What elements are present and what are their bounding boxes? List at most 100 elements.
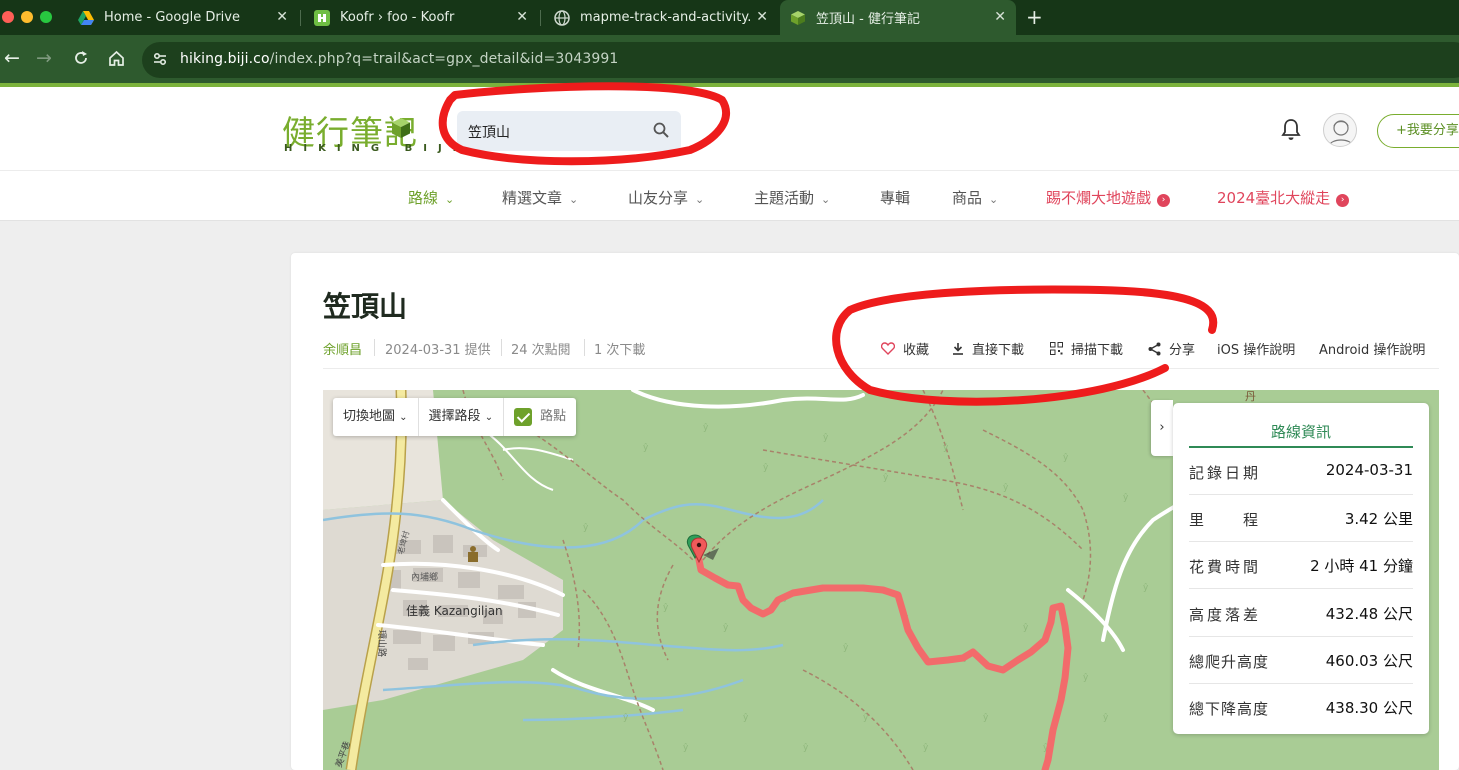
svg-text:ŷ: ŷ	[1143, 583, 1149, 593]
tab-mapme[interactable]: mapme-track-and-activity.pn ✕	[542, 0, 778, 35]
tab-google-drive[interactable]: Home - Google Drive ✕	[66, 0, 298, 35]
nav-item-community[interactable]: 山友分享 ⌄	[628, 187, 704, 208]
nav-label: 專輯	[880, 189, 911, 207]
svg-text:ŷ: ŷ	[583, 523, 589, 533]
select-segment-label: 選擇路段	[428, 409, 481, 424]
map-label-village: 佳義 Kazangiljan	[406, 603, 503, 618]
route-info-row: 記錄日期 2024-03-31	[1189, 448, 1413, 495]
reload-icon[interactable]	[73, 47, 89, 71]
switch-map-dropdown[interactable]: 切換地圖 ⌄	[333, 398, 419, 436]
close-tab-icon[interactable]: ✕	[994, 9, 1006, 25]
google-drive-icon	[78, 10, 94, 25]
arrow-right-icon: ›	[1336, 194, 1350, 207]
route-info-label: 花費時間	[1189, 558, 1262, 576]
avatar[interactable]	[1323, 113, 1357, 147]
tab-hiking-biji[interactable]: 笠頂山 - 健行筆記 ✕	[780, 0, 1016, 35]
window-zoom-dot[interactable]	[40, 11, 52, 23]
direct-download-button[interactable]: 直接下載	[952, 339, 1024, 358]
share-label: 分享	[1169, 343, 1196, 358]
route-info-row: 總下降高度 438.30 公尺	[1189, 684, 1413, 731]
close-tab-icon[interactable]: ✕	[276, 9, 288, 25]
home-icon[interactable]	[108, 47, 125, 72]
svg-text:ŷ: ŷ	[623, 713, 629, 723]
collapse-panel-button[interactable]: ›	[1151, 400, 1173, 456]
url-text[interactable]: hiking.biji.co/index.php?q=trail&act=gpx…	[180, 51, 618, 67]
chevron-down-icon: ⌄	[569, 193, 579, 206]
site-search-input[interactable]: 笠頂山	[457, 111, 681, 151]
trail-author-link[interactable]: 余順昌	[323, 339, 362, 358]
waypoints-toggle[interactable]: 路點	[504, 398, 576, 436]
tab-title: mapme-track-and-activity.pn	[580, 10, 750, 25]
nav-item-albums[interactable]: 專輯	[880, 187, 910, 208]
heart-icon	[881, 342, 895, 355]
nav-label: 精選文章	[502, 189, 563, 207]
close-tab-icon[interactable]: ✕	[756, 9, 768, 25]
url-host: hiking.biji.co	[180, 51, 270, 67]
bell-icon[interactable]	[1280, 118, 1302, 142]
main-nav: 路線 ⌄ 精選文章 ⌄ 山友分享 ⌄ 主題活動 ⌄ 專輯 商品 ⌄ 踢不爛大地遊戲 › 20…	[0, 170, 1459, 221]
meta-divider	[501, 339, 502, 356]
trail-downloads: 1 次下載	[594, 343, 646, 358]
route-info-value: 460.03 公尺	[1325, 652, 1413, 670]
koofr-icon	[314, 9, 330, 26]
nav-item-trails[interactable]: 路線 ⌄	[408, 187, 454, 208]
back-icon[interactable]: ←	[4, 47, 20, 69]
share-button[interactable]: 分享	[1148, 339, 1195, 358]
share-trip-button[interactable]: +我要分享	[1377, 114, 1459, 148]
svg-text:ŷ: ŷ	[663, 603, 669, 613]
close-tab-icon[interactable]: ✕	[516, 9, 528, 25]
svg-text:ŷ: ŷ	[1063, 453, 1069, 463]
svg-text:ŷ: ŷ	[1003, 483, 1009, 493]
search-query[interactable]: 笠頂山	[468, 122, 510, 142]
chevron-right-icon: ›	[1159, 420, 1165, 435]
route-info-label: 總爬升高度	[1189, 653, 1270, 671]
route-info-label: 高度落差	[1189, 606, 1262, 624]
site-settings-icon[interactable]	[151, 50, 169, 68]
map-label-road3: 環山路	[376, 630, 388, 657]
nav-item-shop[interactable]: 商品 ⌄	[952, 187, 998, 208]
route-info-value: 438.30 公尺	[1325, 699, 1413, 717]
search-icon[interactable]	[653, 122, 669, 138]
nav-item-events[interactable]: 主題活動 ⌄	[754, 187, 830, 208]
route-info-row: 里 程 3.42 公里	[1189, 495, 1413, 542]
select-segment-dropdown[interactable]: 選擇路段 ⌄	[419, 398, 505, 436]
hiking-biji-cube-icon	[791, 10, 805, 25]
route-info-label: 記錄日期	[1189, 464, 1262, 482]
nav-item-articles[interactable]: 精選文章 ⌄	[502, 187, 578, 208]
page-title: 笠頂山	[323, 290, 408, 323]
route-info-panel: 路線資訊 記錄日期 2024-03-31 里 程 3.42 公里 花費時間 2 小時 …	[1173, 403, 1429, 734]
address-bar[interactable]: hiking.biji.co/index.php?q=trail&act=gpx…	[142, 42, 1459, 78]
chevron-down-icon: ⌄	[445, 193, 455, 206]
header-divider	[323, 368, 1439, 369]
map-controls: 切換地圖 ⌄ 選擇路段 ⌄ 路點	[333, 398, 577, 436]
nav-item-taipei-grand-traverse[interactable]: 2024臺北大縱走 ›	[1217, 187, 1350, 208]
android-guide-link[interactable]: Android 操作說明	[1319, 339, 1425, 358]
svg-text:ŷ: ŷ	[883, 473, 889, 483]
route-info-label: 總下降高度	[1189, 700, 1270, 718]
user-avatar-icon	[1328, 120, 1354, 146]
tab-title: Home - Google Drive	[104, 10, 240, 25]
scan-label: 掃描下載	[1071, 343, 1124, 358]
waypoints-checkbox[interactable]	[514, 408, 533, 426]
new-tab-icon[interactable]: +	[1026, 5, 1043, 29]
nav-item-timberland-game[interactable]: 踢不爛大地遊戲 ›	[1046, 187, 1171, 208]
scan-download-button[interactable]: 掃描下載	[1050, 339, 1123, 358]
svg-text:ŷ: ŷ	[723, 623, 729, 633]
logo-cube-icon	[392, 118, 410, 138]
browser-toolbar: ← → hiking.biji.co/index.php?q=trail&act…	[0, 35, 1459, 85]
route-info-value: 2 小時 41 分鐘	[1310, 557, 1413, 575]
site-header: 健行筆記 HIKING BIJI 笠頂山 +我要分享	[0, 87, 1459, 170]
window-close-dot[interactable]	[2, 11, 14, 23]
chevron-down-icon: ⌄	[695, 193, 705, 206]
window-minimize-dot[interactable]	[21, 11, 33, 23]
share-icon	[1148, 342, 1161, 355]
nav-label: 路線	[408, 189, 439, 207]
ios-guide-link[interactable]: iOS 操作說明	[1217, 339, 1295, 358]
svg-text:ŷ: ŷ	[1103, 713, 1109, 723]
svg-text:ŷ: ŷ	[683, 743, 689, 753]
waypoints-label: 路點	[540, 409, 567, 424]
tab-koofr[interactable]: Koofr › foo - Koofr ✕	[302, 0, 538, 35]
favorite-button[interactable]: 收藏	[881, 339, 929, 358]
forward-icon[interactable]: →	[36, 47, 52, 69]
svg-text:ŷ: ŷ	[823, 433, 829, 443]
